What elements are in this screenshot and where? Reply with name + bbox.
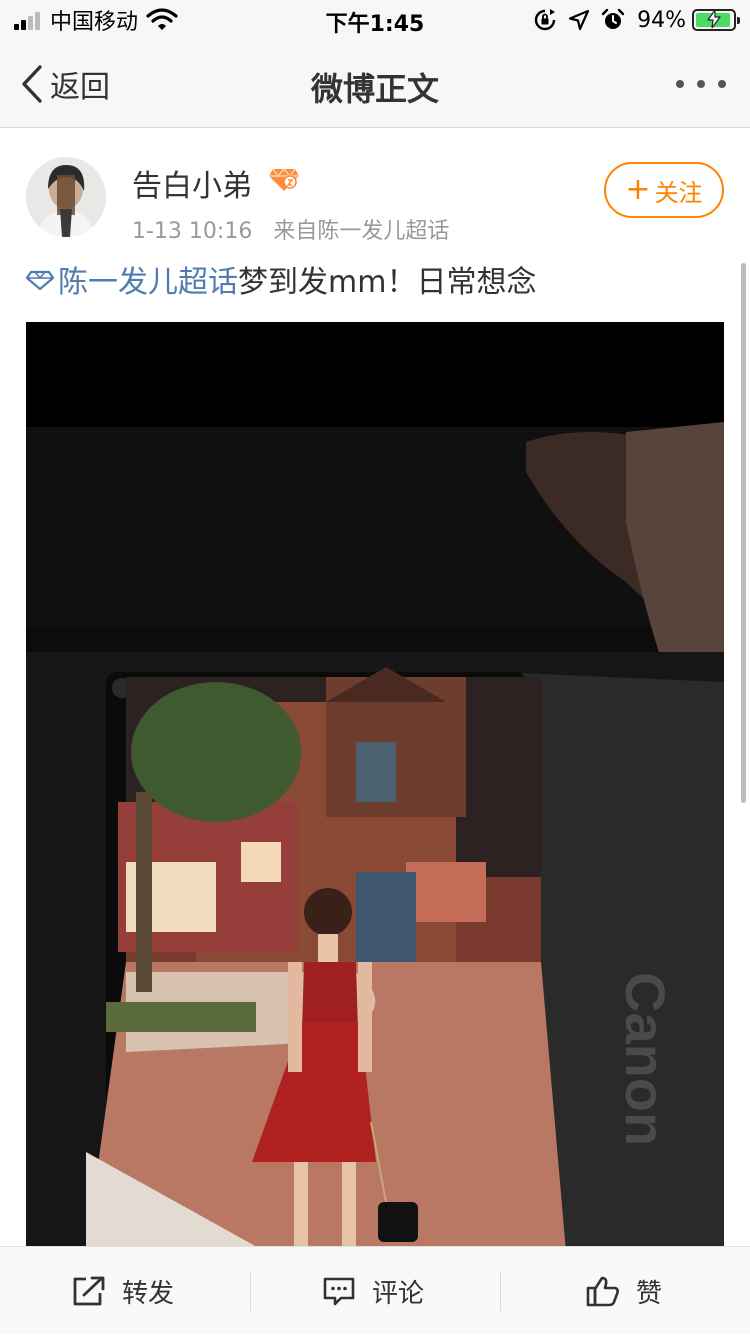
camera-brand-marking: Canon <box>614 972 677 1146</box>
post-source[interactable]: 来自陈一发儿超话 <box>273 219 449 244</box>
navigation-bar: 返回 微博正文 <box>0 40 750 128</box>
status-right: 94% <box>523 6 740 34</box>
page-title: 微博正文 <box>310 70 439 108</box>
repost-icon <box>73 1276 105 1306</box>
supertopic-link[interactable]: 陈一发儿超话 <box>58 257 238 301</box>
thumbs-up-icon <box>586 1276 619 1307</box>
post-body-text: 梦到发mm！日常想念 <box>238 265 537 300</box>
more-dots-icon <box>676 80 684 88</box>
like-label: 赞 <box>636 1278 663 1309</box>
battery-charging-icon <box>692 9 740 31</box>
avatar-image <box>26 157 106 237</box>
more-options-button[interactable] <box>676 70 726 98</box>
repost-button[interactable]: 转发 <box>72 1247 174 1335</box>
post-detail: 告白小弟 1-13 10:16 来自陈一发儿超话 + 关注 陈一发儿超话 梦到发… <box>0 129 750 1246</box>
vip-diamond-badge-icon <box>269 167 299 191</box>
battery-percentage: 94% <box>637 7 686 33</box>
follow-plus-icon: + <box>625 172 651 207</box>
author-avatar[interactable] <box>26 157 106 237</box>
post-image[interactable]: Canon <box>26 322 724 1246</box>
post-text: 陈一发儿超话 梦到发mm！日常想念 <box>26 257 536 301</box>
comment-button[interactable]: 评论 <box>322 1247 424 1335</box>
scrollbar[interactable] <box>741 263 746 803</box>
like-button[interactable]: 赞 <box>586 1247 662 1335</box>
comment-label: 评论 <box>372 1278 425 1309</box>
supertopic-diamond-icon <box>26 270 54 291</box>
bottom-action-bar: 转发 评论 赞 <box>0 1246 750 1334</box>
alarm-icon <box>601 8 625 29</box>
follow-label: 关注 <box>654 178 703 207</box>
repost-label: 转发 <box>122 1278 175 1309</box>
more-dots-icon <box>697 80 705 88</box>
author-name[interactable]: 告白小弟 <box>132 161 252 205</box>
status-bar: 中国移动 下午1:45 94% <box>0 0 750 40</box>
charging-bolt-icon <box>707 10 721 28</box>
more-dots-icon <box>718 80 726 88</box>
orientation-lock-icon <box>534 9 556 31</box>
post-photo: Canon <box>26 322 724 1246</box>
action-divider <box>250 1271 251 1311</box>
post-timestamp: 1-13 10:16 <box>132 219 253 244</box>
follow-button[interactable]: + 关注 <box>604 162 724 218</box>
comment-icon <box>323 1277 355 1306</box>
location-icon <box>568 9 590 31</box>
action-divider <box>500 1271 501 1311</box>
post-meta: 1-13 10:16 来自陈一发儿超话 <box>132 213 449 245</box>
